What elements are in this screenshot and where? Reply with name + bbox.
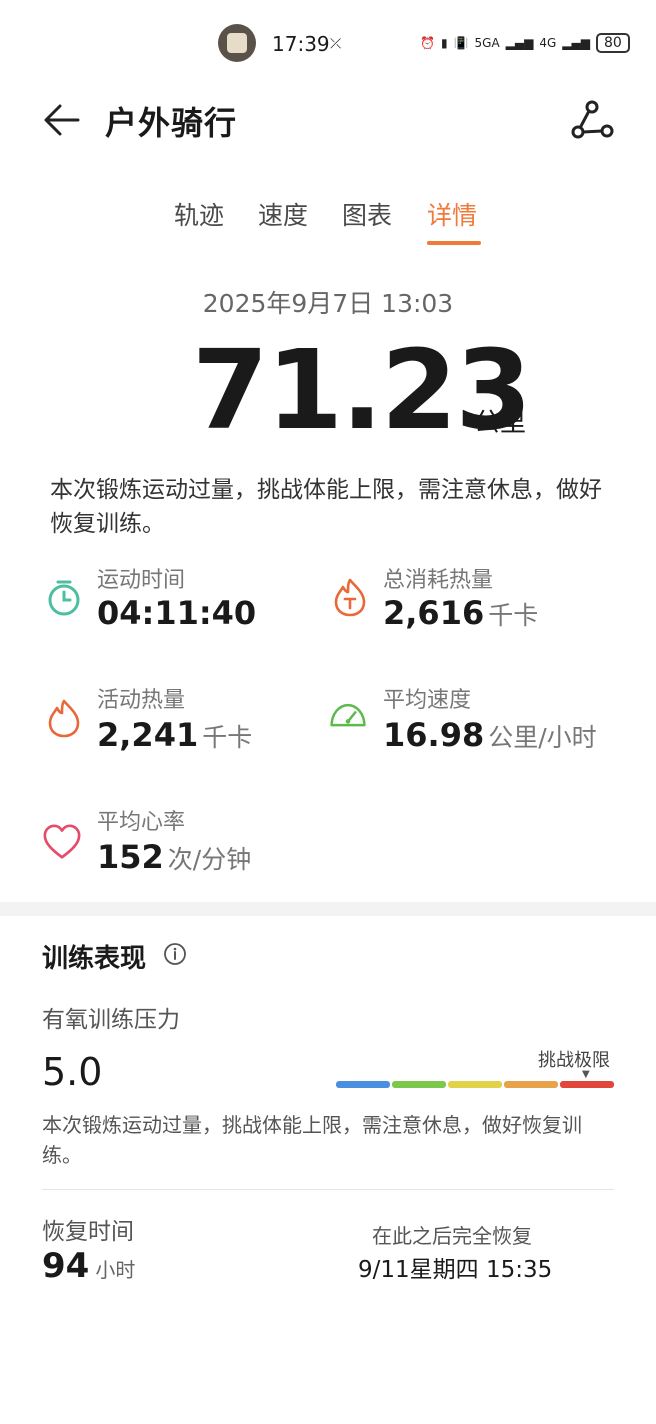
signal-bars-icon: ▂▄▆: [562, 36, 590, 50]
section-divider: [0, 902, 656, 916]
workout-date: 2025年9月7日 13:03: [202, 289, 454, 318]
full-recovery-label: 在此之后完全恢复: [372, 1224, 532, 1248]
aerobic-scale-bar: [336, 1081, 614, 1088]
stat-label-avg-speed: 平均速度: [383, 688, 472, 713]
page-title: 户外骑行: [105, 104, 238, 142]
training-section-title: 训练表现: [42, 944, 147, 974]
stat-label-active-calories: 活动热量: [97, 688, 186, 713]
full-recovery-time: 9/11星期四 15:35: [358, 1257, 553, 1283]
scale-segment: [392, 1081, 446, 1088]
stat-label-total-calories: 总消耗热量: [383, 568, 494, 593]
scale-segment: [448, 1081, 502, 1088]
training-description: 本次锻炼运动过量，挑战体能上限，需注意休息，做好恢复训练。: [42, 1113, 582, 1167]
distance-unit: 公里: [474, 408, 527, 438]
stat-label-avg-heart-rate: 平均心率: [97, 810, 186, 835]
flame-total-icon: [334, 578, 366, 617]
notification-avatar: [218, 24, 256, 62]
vibrate-icon: 📳: [453, 36, 469, 50]
tab-details[interactable]: 详情: [427, 196, 477, 232]
network-5g-label: 5GA: [474, 36, 500, 50]
stat-value-active-calories: 2,241 千卡: [97, 716, 253, 754]
battery-saver-icon: ▮: [440, 36, 448, 50]
tab-chart[interactable]: 图表: [342, 196, 392, 232]
tab-bar: 轨迹 速度 图表 详情: [0, 196, 656, 256]
stopwatch-icon: [48, 580, 80, 616]
workout-summary: 本次锻炼运动过量，挑战体能上限，需注意休息，做好恢复训练。: [50, 477, 602, 537]
scale-marker-icon: ▼: [582, 1069, 590, 1080]
flame-icon: [48, 699, 80, 738]
scale-segment: [504, 1081, 558, 1088]
aerobic-load-value: 5.0: [42, 1050, 103, 1094]
scale-segment: [336, 1081, 390, 1088]
stat-value-avg-speed: 16.98 公里/小时: [383, 716, 597, 754]
alarm-icon: ⏰: [420, 36, 435, 50]
route-button[interactable]: [570, 100, 614, 140]
heart-icon: [43, 824, 81, 859]
route-icon: [571, 100, 614, 139]
status-time: 17:39: [272, 32, 330, 56]
signal-icon: ⤫: [330, 36, 342, 52]
divider-line: [42, 1189, 614, 1190]
stat-value-total-calories: 2,616 千卡: [383, 594, 539, 632]
tab-speed[interactable]: 速度: [258, 196, 308, 232]
tab-track[interactable]: 轨迹: [174, 196, 224, 232]
status-icons: ⏰ ▮ 📳 5GA ▂▄▆ 4G ▂▄▆ 80: [420, 30, 630, 56]
stat-value-duration: 04:11:40: [97, 594, 257, 632]
back-button[interactable]: [42, 100, 82, 140]
aerobic-load-label: 有氧训练压力: [42, 1007, 180, 1033]
signal-bars-icon: ▂▄▆: [505, 36, 534, 50]
scale-level-label: 挑战极限: [538, 1050, 610, 1071]
tab-active-indicator: [427, 241, 481, 245]
battery-icon: 80: [595, 33, 630, 53]
speedometer-icon: [330, 703, 366, 727]
scale-segment: [560, 1081, 614, 1088]
stat-value-avg-heart-rate: 152 次/分钟: [97, 838, 252, 876]
recovery-label: 恢复时间: [42, 1219, 134, 1245]
info-icon[interactable]: [163, 942, 187, 966]
network-4g-label: 4G: [539, 36, 557, 50]
recovery-value: 94 小时: [42, 1246, 136, 1286]
stat-label-duration: 运动时间: [97, 568, 186, 593]
arrow-left-icon: [44, 104, 80, 136]
